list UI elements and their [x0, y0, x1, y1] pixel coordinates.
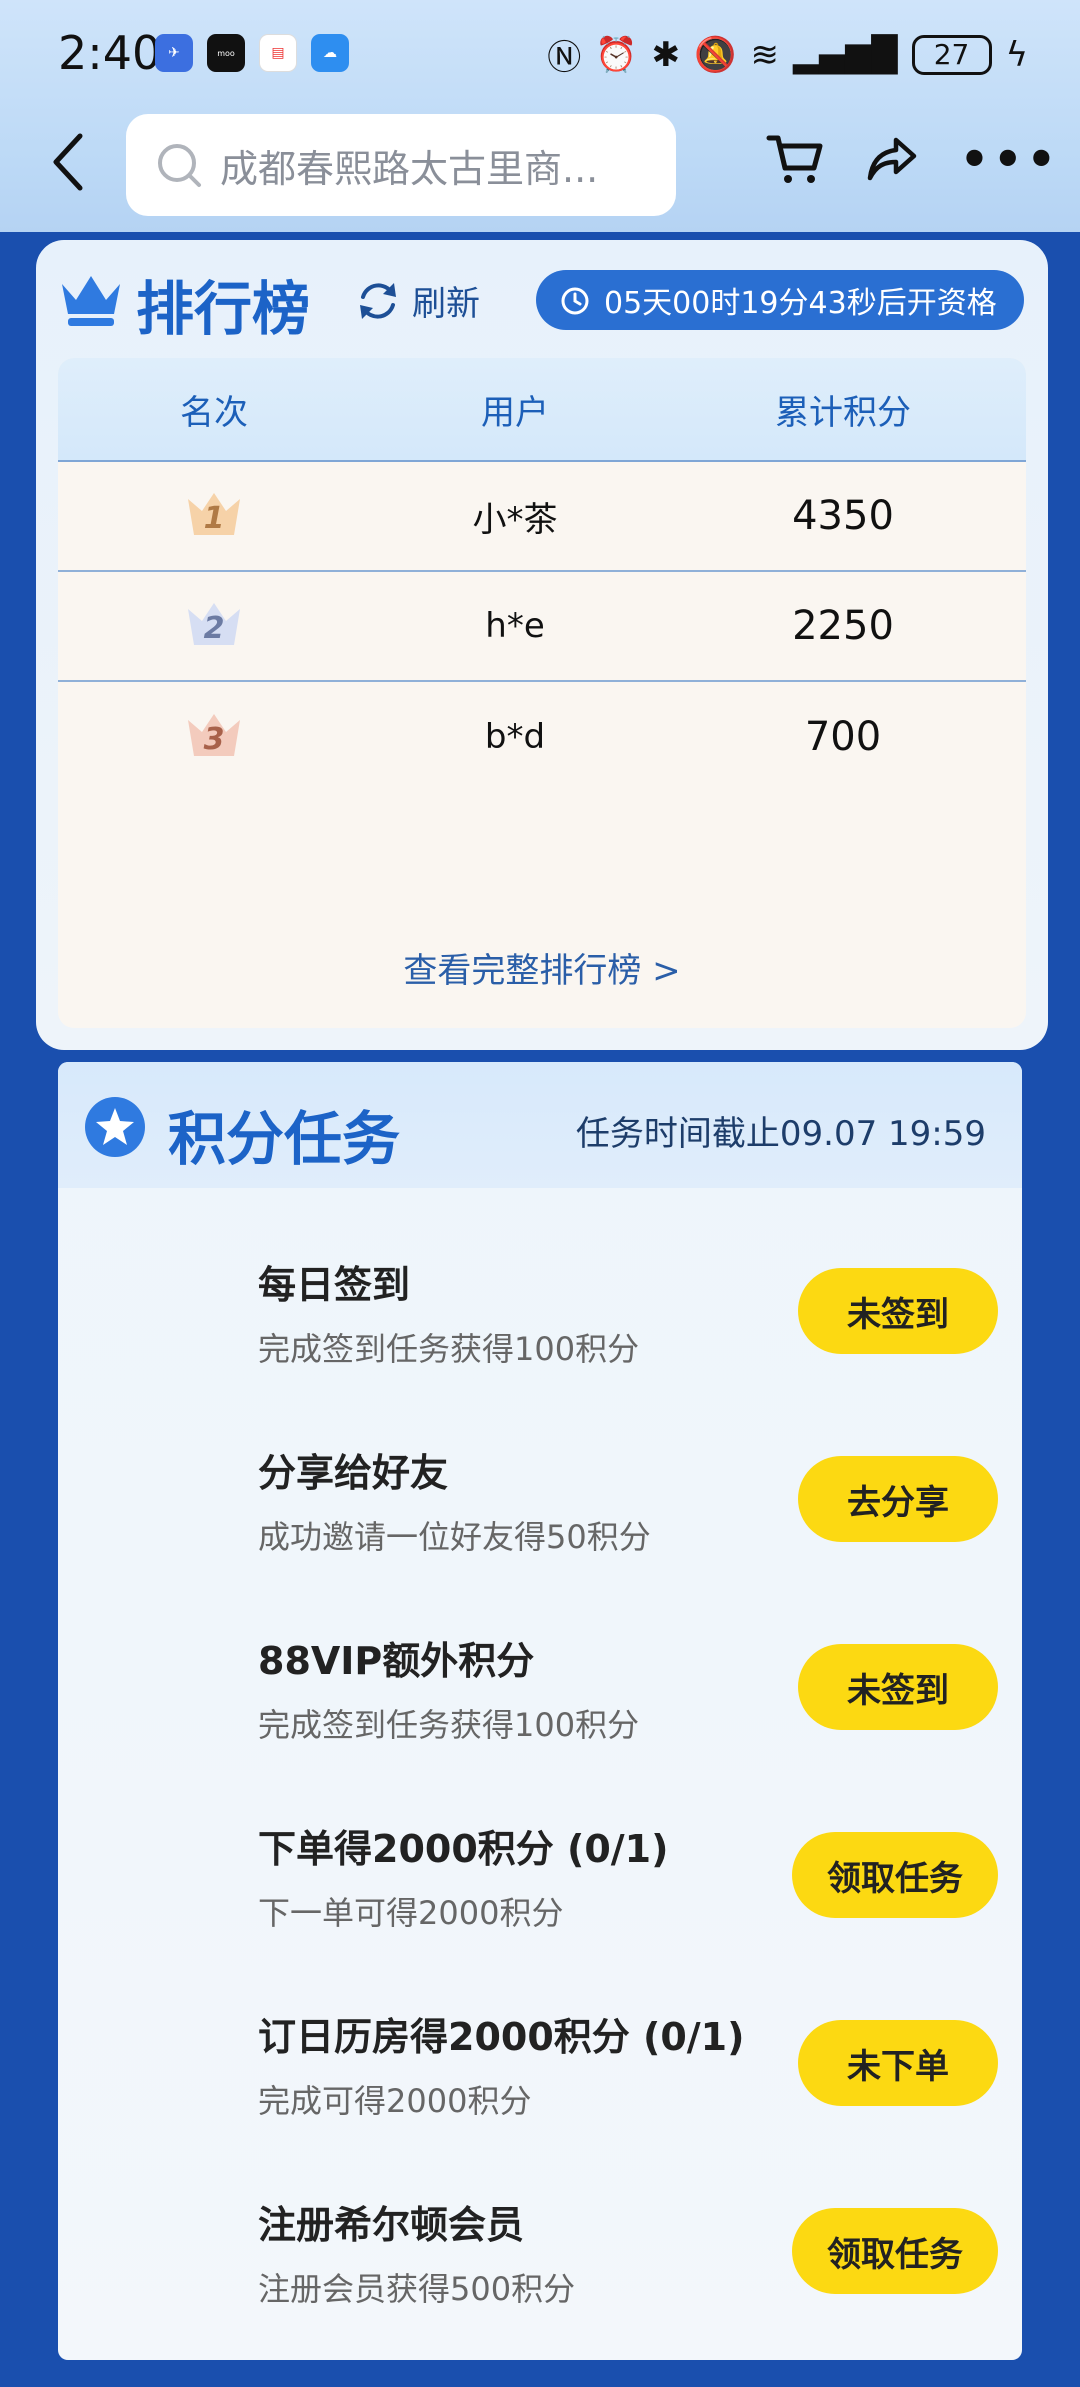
- app-notification-icon: ✈: [155, 34, 193, 72]
- table-row: 2 h*e 2250: [58, 572, 1026, 682]
- vip-sign-in-button[interactable]: 未签到: [798, 1644, 998, 1730]
- task-header: 积分任务 任务时间截止09.07 19:59: [58, 1062, 1022, 1188]
- search-placeholder: 成都春熙路太古里商...: [220, 146, 599, 191]
- table-row: 3 b*d 700: [58, 682, 1026, 792]
- gold-medal-icon: 1: [182, 489, 246, 539]
- mute-icon: 🔕: [694, 34, 737, 75]
- user-name: b*d: [484, 717, 546, 757]
- share-icon[interactable]: [866, 136, 918, 182]
- status-time: 2:40: [58, 26, 162, 80]
- claim-task-button[interactable]: 领取任务: [792, 1832, 998, 1918]
- back-icon[interactable]: [48, 130, 88, 194]
- search-input[interactable]: 成都春熙路太古里商...: [126, 114, 676, 216]
- task-description: 完成签到任务获得100积分: [258, 1330, 640, 1368]
- nfc-icon: Ⓝ: [547, 38, 582, 78]
- ranking-table-header: 名次 用户 累计积分: [58, 358, 1026, 462]
- header-rank: 名次: [180, 392, 248, 433]
- weather-notification-icon: ☁: [311, 34, 349, 72]
- header-user: 用户: [481, 392, 549, 433]
- bluetooth-icon: ✱: [651, 34, 681, 75]
- signal-icon: ▂▄▆█: [792, 34, 898, 75]
- task-title: 积分任务: [168, 1105, 401, 1173]
- refresh-button[interactable]: 刷新: [356, 276, 480, 325]
- bronze-medal-icon: 3: [182, 710, 246, 760]
- charging-icon: ϟ: [1005, 34, 1028, 75]
- more-icon[interactable]: •••: [960, 132, 1060, 186]
- calendar-notification-icon: ▤: [259, 34, 297, 72]
- header-points: 累计积分: [775, 392, 911, 433]
- table-row: 1 小*茶 4350: [58, 462, 1026, 572]
- navigation-bar: 成都春熙路太古里商... •••: [0, 112, 1080, 216]
- task-name: 注册希尔顿会员: [258, 2203, 525, 2247]
- star-icon: [85, 1097, 145, 1157]
- cart-icon[interactable]: [766, 132, 824, 186]
- status-bar: 2:40 ✈ moo ▤ ☁ Ⓝ ⏰ ✱ 🔕 ≋ ▂▄▆█ 27 ϟ: [0, 0, 1080, 108]
- crown-icon: [62, 276, 120, 326]
- user-points: 4350: [792, 493, 894, 539]
- share-button[interactable]: 去分享: [798, 1456, 998, 1542]
- top-header: 2:40 ✈ moo ▤ ☁ Ⓝ ⏰ ✱ 🔕 ≋ ▂▄▆█ 27 ϟ 成都春熙路: [0, 0, 1080, 232]
- task-item: 88VIP额外积分 完成签到任务获得100积分 未签到: [258, 1630, 998, 1760]
- ranking-card: 排行榜 刷新 05天00时19分43秒后开资格 名次 用户 累计积分 1 小*茶…: [36, 240, 1048, 1050]
- sign-in-button[interactable]: 未签到: [798, 1268, 998, 1354]
- view-full-ranking-link[interactable]: 查看完整排行榜 >: [58, 943, 1026, 992]
- system-status-icons: Ⓝ ⏰ ✱ 🔕 ≋ ▂▄▆█ 27 ϟ: [547, 30, 1028, 79]
- task-description: 成功邀请一位好友得50积分: [258, 1518, 651, 1556]
- search-icon: [158, 144, 201, 187]
- order-button[interactable]: 未下单: [798, 2020, 998, 2106]
- alarm-icon: ⏰: [595, 34, 638, 75]
- claim-task-button[interactable]: 领取任务: [792, 2208, 998, 2294]
- task-description: 下一单可得2000积分: [258, 1894, 564, 1932]
- countdown-badge: 05天00时19分43秒后开资格: [536, 270, 1024, 330]
- notification-icons: ✈ moo ▤ ☁: [155, 34, 349, 72]
- task-item: 下单得2000积分 (0/1) 下一单可得2000积分 领取任务: [258, 1818, 998, 1948]
- refresh-icon: [360, 282, 396, 319]
- task-description: 注册会员获得500积分: [258, 2270, 576, 2308]
- battery-icon: 27: [911, 34, 992, 75]
- app-notification-icon: moo: [207, 34, 245, 72]
- silver-medal-icon: 2: [182, 599, 246, 649]
- task-item: 注册希尔顿会员 注册会员获得500积分 领取任务: [258, 2194, 998, 2324]
- countdown-text: 05天00时19分43秒后开资格: [604, 286, 997, 321]
- user-name: 小*茶: [472, 499, 558, 540]
- ranking-title: 排行榜: [136, 275, 311, 343]
- wifi-icon: ≋: [750, 34, 779, 75]
- task-item: 每日签到 完成签到任务获得100积分 未签到: [258, 1254, 998, 1384]
- task-name: 分享给好友: [258, 1451, 449, 1495]
- user-name: h*e: [485, 606, 545, 646]
- task-description: 完成可得2000积分: [258, 2082, 532, 2120]
- points-task-card: 积分任务 任务时间截止09.07 19:59 每日签到 完成签到任务获得100积…: [58, 1062, 1022, 2360]
- user-points: 700: [804, 714, 882, 760]
- task-name: 每日签到: [258, 1263, 411, 1307]
- task-description: 完成签到任务获得100积分: [258, 1706, 640, 1744]
- alarm-clock-icon: [561, 287, 589, 315]
- task-deadline: 任务时间截止09.07 19:59: [575, 1114, 986, 1154]
- user-points: 2250: [792, 603, 894, 649]
- refresh-label: 刷新: [412, 284, 480, 324]
- task-name: 下单得2000积分 (0/1): [258, 1827, 669, 1871]
- task-name: 88VIP额外积分: [258, 1639, 535, 1683]
- task-name: 订日历房得2000积分 (0/1): [258, 2015, 745, 2059]
- task-item: 分享给好友 成功邀请一位好友得50积分 去分享: [258, 1442, 998, 1572]
- task-item: 订日历房得2000积分 (0/1) 完成可得2000积分 未下单: [258, 2006, 998, 2136]
- ranking-table: 名次 用户 累计积分 1 小*茶 4350 2 h*e 2250 3 b*d 7…: [58, 358, 1026, 1028]
